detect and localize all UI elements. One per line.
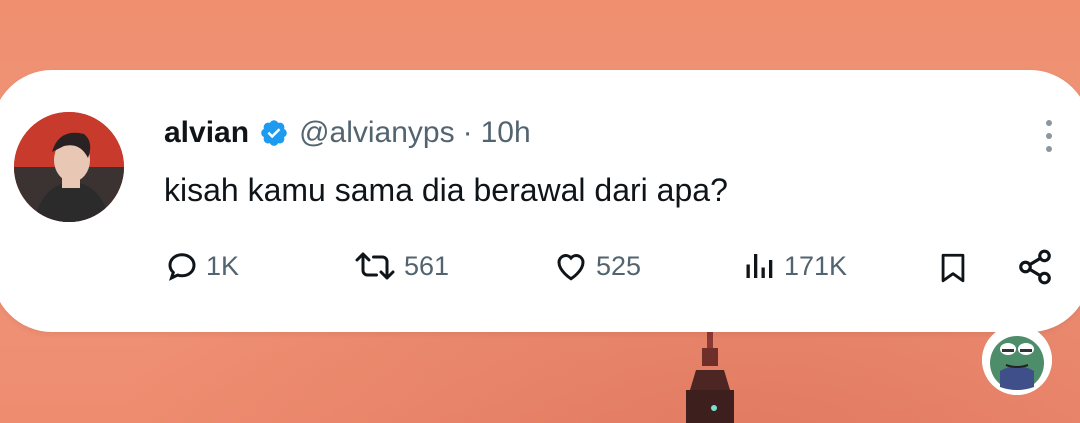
tweet-header: alvian @alvianyps · 10h <box>164 116 531 150</box>
retweet-arrows-icon <box>355 252 395 280</box>
display-name[interactable]: alvian <box>164 116 249 150</box>
like-button[interactable]: 525 <box>552 248 641 284</box>
share-button[interactable] <box>1016 248 1054 286</box>
reply-button[interactable]: 1K <box>164 248 239 284</box>
vertical-dots-icon <box>1046 120 1052 126</box>
like-count: 525 <box>596 250 642 281</box>
views-count: 171K <box>784 250 848 281</box>
views-button[interactable]: 171K <box>742 248 847 284</box>
bookmark-icon <box>941 253 965 283</box>
timestamp[interactable]: 10h <box>481 116 531 150</box>
tower-silhouette <box>686 330 734 423</box>
avatar[interactable] <box>14 112 124 222</box>
tweet-text: kisah kamu sama dia berawal dari apa? <box>164 172 728 208</box>
more-options-button[interactable] <box>1046 120 1054 152</box>
retweet-count: 561 <box>404 250 450 281</box>
heart-icon <box>557 254 585 281</box>
speech-bubble-icon <box>168 253 196 281</box>
tweet-card[interactable]: alvian @alvianyps · 10h kisah kamu sama … <box>0 70 1080 332</box>
share-nodes-icon <box>1019 249 1051 285</box>
separator: · <box>462 116 473 149</box>
action-bar: 1K 561 525 171K <box>164 248 1074 288</box>
handle[interactable]: @alvianyps <box>299 116 455 150</box>
bookmark-button[interactable] <box>936 250 970 286</box>
reply-count: 1K <box>206 250 240 281</box>
bar-chart-icon <box>746 254 773 278</box>
retweet-button[interactable]: 561 <box>352 248 449 284</box>
verified-check-icon <box>261 120 287 146</box>
frog-sticker <box>982 325 1052 395</box>
